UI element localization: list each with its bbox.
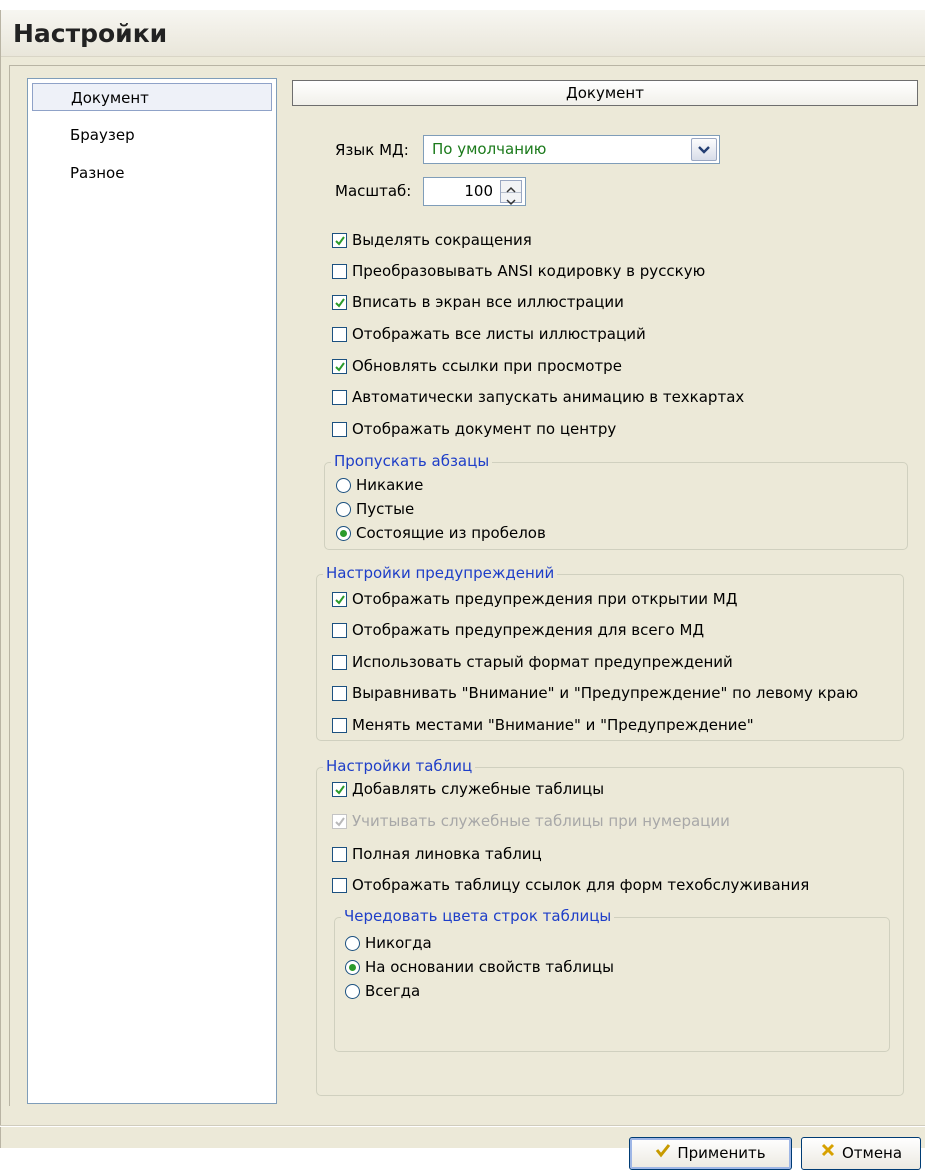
radio-dot-icon — [340, 530, 347, 537]
checkbox-checked-disabled — [332, 814, 347, 829]
radio-label: Всегда — [365, 982, 421, 1000]
radio-button[interactable] — [336, 502, 351, 517]
checkbox[interactable] — [332, 655, 347, 670]
apply-button-label: Применить — [677, 1144, 766, 1162]
skip-paragraphs-group: Пропускать абзацы Никакие Пустые Состоящ… — [324, 452, 908, 550]
language-value: По умолчанию — [432, 140, 547, 158]
radio-label: Никакие — [356, 476, 424, 494]
scale-label: Масштаб: — [335, 182, 412, 200]
section-header: Документ — [292, 80, 918, 106]
checkmark-icon — [655, 1138, 671, 1169]
tables-group: Настройки таблиц Добавлять служебные таб… — [316, 757, 904, 1096]
checkbox[interactable] — [332, 264, 347, 279]
language-label: Язык МД: — [335, 141, 409, 159]
warnings-group: Настройки предупреждений Отображать пред… — [316, 564, 904, 741]
radio-button[interactable] — [345, 984, 360, 999]
checkbox-label: Выравнивать "Внимание" и "Предупреждение… — [352, 684, 859, 702]
checkbox-label: Учитывать служебные таблицы при нумераци… — [352, 812, 730, 830]
group-title: Пропускать абзацы — [331, 452, 493, 470]
radio-label: Состоящие из пробелов — [356, 524, 546, 542]
sidebar-item-label: Разное — [70, 164, 125, 182]
radio-button-selected[interactable] — [336, 526, 351, 541]
spin-up-icon[interactable] — [501, 181, 521, 193]
checkbox-label: Полная линовка таблиц — [352, 845, 542, 863]
alternate-row-colors-group: Чередовать цвета строк таблицы Никогда Н… — [334, 907, 890, 1052]
close-icon — [820, 1138, 836, 1169]
radio-label: Пустые — [356, 500, 415, 518]
checkbox-checked[interactable] — [332, 359, 347, 374]
checkbox-label: Использовать старый формат предупреждени… — [352, 653, 733, 671]
sidebar-item-misc[interactable]: Разное — [32, 159, 272, 187]
group-title: Настройки предупреждений — [323, 564, 558, 582]
chevron-down-icon[interactable] — [691, 138, 717, 161]
title-bar: Настройки — [1, 10, 925, 57]
checkbox-checked[interactable] — [332, 592, 347, 607]
checkbox[interactable] — [332, 327, 347, 342]
checkbox-label: Выделять сокращения — [352, 231, 532, 249]
spin-down-icon[interactable] — [501, 193, 521, 206]
checkbox[interactable] — [332, 878, 347, 893]
checkbox-label: Отображать предупреждения при открытии М… — [352, 590, 738, 608]
checkbox-checked[interactable] — [332, 295, 347, 310]
scale-value: 100 — [464, 182, 493, 200]
cancel-button-label: Отмена — [841, 1144, 903, 1162]
radio-dot-icon — [349, 964, 356, 971]
checkbox[interactable] — [332, 422, 347, 437]
checkbox-label: Отображать предупреждения для всего МД — [352, 621, 705, 639]
sidebar-item-label: Браузер — [70, 126, 135, 144]
cancel-button[interactable]: Отмена — [801, 1137, 921, 1170]
checkbox-label: Вписать в экран все иллюстрации — [352, 293, 624, 311]
radio-label: На основании свойств таблицы — [365, 958, 614, 976]
apply-button[interactable]: Применить — [629, 1137, 792, 1170]
settings-category-list: Документ Браузер Разное — [27, 78, 277, 1104]
language-select[interactable]: По умолчанию — [423, 135, 720, 164]
checkbox[interactable] — [332, 623, 347, 638]
checkbox-label: Менять местами "Внимание" и "Предупрежде… — [352, 716, 754, 734]
dialog-title: Настройки — [13, 19, 168, 48]
sidebar-item-label: Документ — [71, 89, 149, 107]
checkbox-label: Добавлять служебные таблицы — [352, 780, 605, 798]
checkbox[interactable] — [332, 686, 347, 701]
footer-divider-highlight — [0, 1126, 925, 1127]
sidebar-item-browser[interactable]: Браузер — [32, 121, 272, 149]
checkbox-checked[interactable] — [332, 782, 347, 797]
checkbox-label: Обновлять ссылки при просмотре — [352, 357, 622, 375]
radio-button[interactable] — [336, 478, 351, 493]
document-background-strip — [0, 0, 925, 10]
checkbox-label: Автоматически запускать анимацию в техка… — [352, 388, 745, 406]
checkbox-label: Отображать документ по центру — [352, 420, 617, 438]
spin-buttons[interactable] — [500, 180, 522, 206]
checkbox-label: Преобразовывать ANSI кодировку в русскую — [352, 262, 706, 280]
checkbox-label: Отображать все листы иллюстраций — [352, 325, 646, 343]
checkbox-label: Отображать таблицу ссылок для форм техоб… — [352, 876, 810, 894]
radio-label: Никогда — [365, 934, 432, 952]
checkbox[interactable] — [332, 847, 347, 862]
radio-button-selected[interactable] — [345, 960, 360, 975]
sidebar-item-document[interactable]: Документ — [32, 83, 272, 111]
radio-button[interactable] — [345, 936, 360, 951]
scale-spinner[interactable]: 100 — [423, 177, 526, 206]
checkbox[interactable] — [332, 718, 347, 733]
checkbox[interactable] — [332, 390, 347, 405]
group-title: Чередовать цвета строк таблицы — [341, 907, 615, 925]
group-title: Настройки таблиц — [323, 757, 476, 775]
checkbox-checked[interactable] — [332, 233, 347, 248]
